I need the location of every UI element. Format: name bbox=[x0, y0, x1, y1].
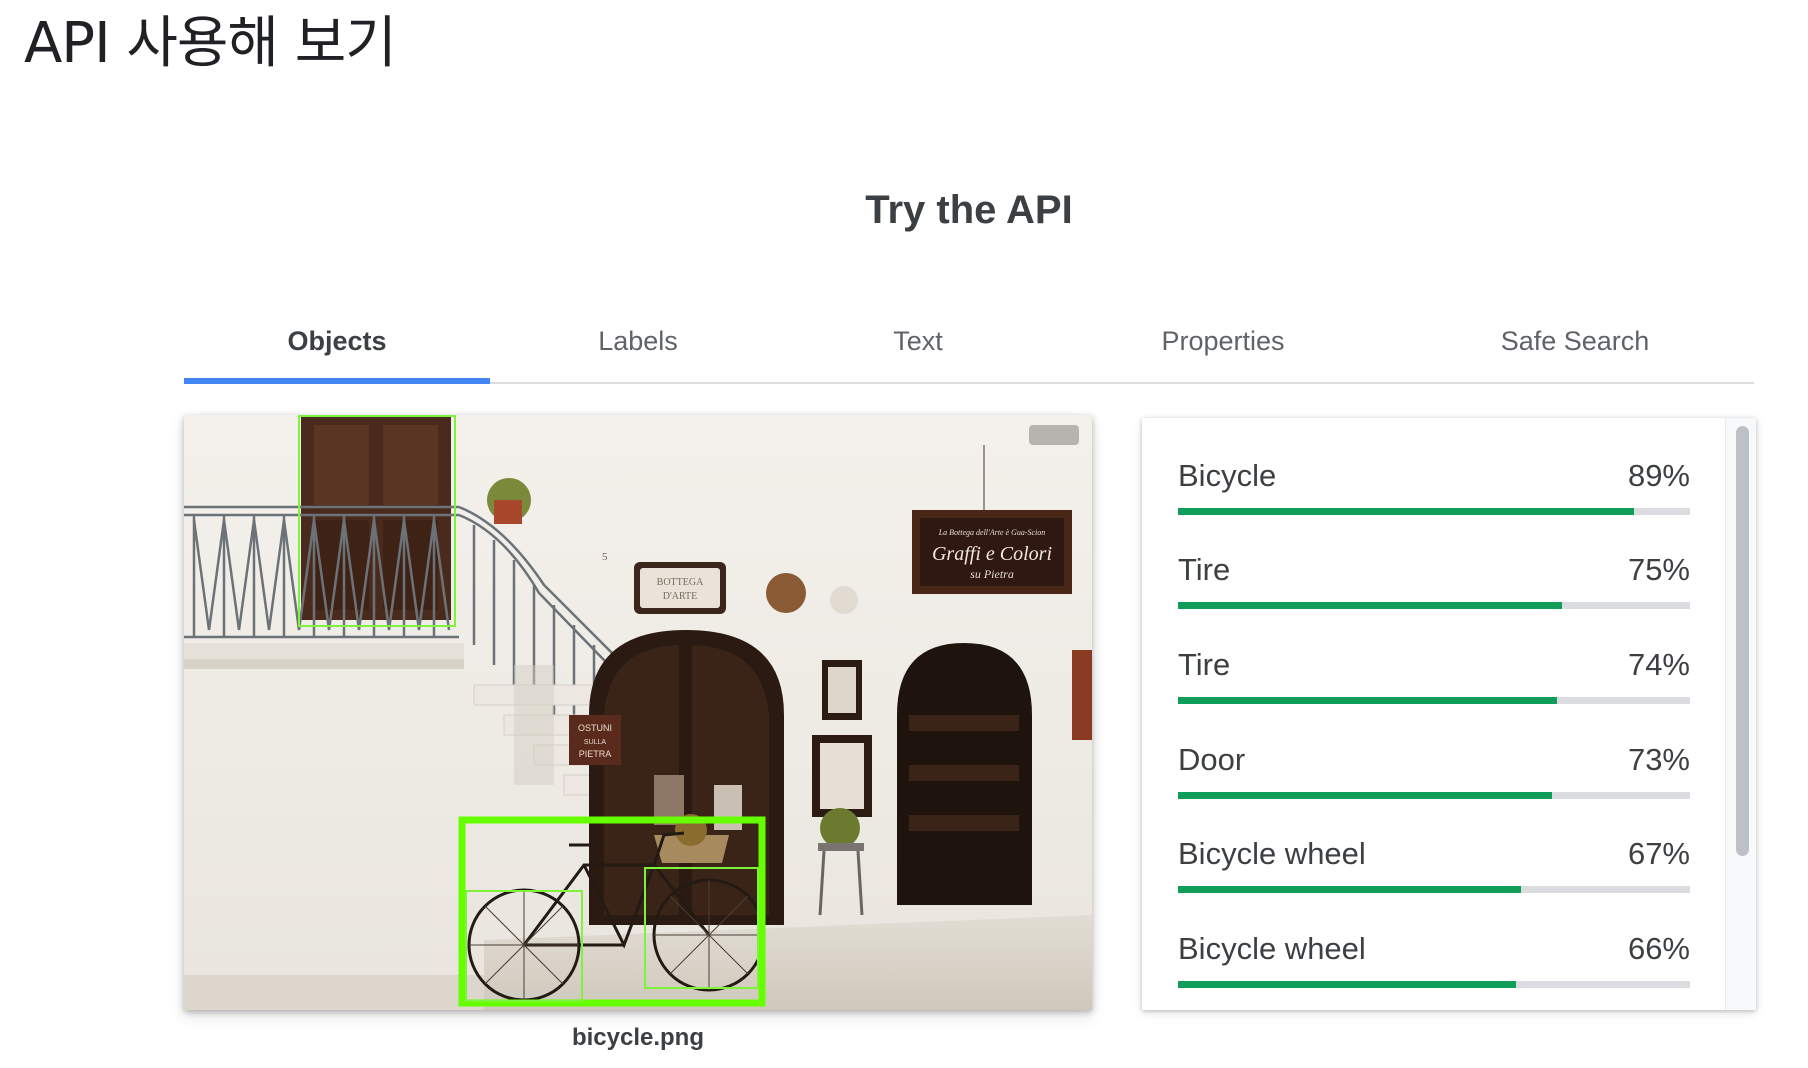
results-panel: Bicycle 89% Tire 75% Tire 74% Door 73% B… bbox=[1142, 418, 1756, 1010]
stool-plant bbox=[820, 808, 860, 848]
confidence-bar bbox=[1178, 508, 1690, 515]
result-row: Bicycle wheel 66% bbox=[1178, 929, 1690, 999]
tab-labels[interactable]: Labels bbox=[490, 300, 786, 382]
confidence-bar bbox=[1178, 792, 1690, 799]
confidence-bar bbox=[1178, 886, 1690, 893]
try-api-title: Try the API bbox=[865, 188, 1073, 232]
step-sign-line-2: SULLA bbox=[584, 739, 607, 746]
stair-shadow bbox=[514, 665, 554, 785]
upper-ledge-shadow bbox=[184, 659, 464, 669]
upper-ledge bbox=[184, 643, 464, 659]
wall-lamp bbox=[1029, 425, 1079, 445]
pot-top bbox=[494, 500, 522, 524]
confidence-bar bbox=[1178, 602, 1690, 609]
results-scrollbar-thumb[interactable] bbox=[1736, 426, 1749, 856]
picture-frame-2-inner bbox=[820, 743, 864, 809]
result-label: Bicycle wheel bbox=[1178, 836, 1366, 871]
confidence-bar-fill bbox=[1178, 508, 1634, 515]
shop-interior-shelf-2 bbox=[909, 765, 1019, 781]
shop-sign-line-1: La Bottega dell'Arte è Gua-Scion bbox=[938, 528, 1046, 537]
confidence-bar-fill bbox=[1178, 697, 1557, 704]
step-sign-line-1: OSTUNI bbox=[578, 723, 612, 733]
shop-sign-line-3: su Pietra bbox=[970, 567, 1014, 581]
picture-frame-1-inner bbox=[828, 667, 856, 713]
result-percent: 66% bbox=[1627, 931, 1690, 966]
result-label: Bicycle bbox=[1178, 458, 1277, 493]
bottega-plaque-line-1: BOTTEGA bbox=[657, 577, 704, 588]
tab-text[interactable]: Text bbox=[786, 300, 1050, 382]
result-label: Door bbox=[1178, 742, 1246, 777]
analyzed-image: BOTTEGA D'ARTE 5 La Bottega dell'Arte è … bbox=[184, 415, 1092, 1010]
confidence-bar-fill bbox=[1178, 792, 1552, 799]
confidence-bar bbox=[1178, 697, 1690, 704]
shop-interior-shelf-3 bbox=[909, 815, 1019, 831]
result-row: Tire 75% bbox=[1178, 550, 1690, 620]
hanging-plant bbox=[766, 573, 806, 613]
result-row: Tire 74% bbox=[1178, 645, 1690, 715]
shell-decor bbox=[830, 586, 858, 614]
ground-left bbox=[184, 975, 484, 1010]
image-filename: bicycle.png bbox=[571, 1024, 705, 1051]
shop-sign-line-2: Graffi e Colori bbox=[932, 543, 1052, 565]
feature-tabs: Objects Labels Text Properties Safe Sear… bbox=[184, 300, 1754, 384]
step-sign-line-3: PIETRA bbox=[579, 749, 612, 759]
results-scrollbar[interactable] bbox=[1725, 418, 1756, 1010]
house-number: 5 bbox=[602, 551, 608, 563]
result-row: Bicycle wheel 67% bbox=[1178, 834, 1690, 904]
result-row: Bicycle 89% bbox=[1178, 456, 1690, 526]
tab-safe-search[interactable]: Safe Search bbox=[1396, 300, 1754, 382]
result-percent: 73% bbox=[1627, 742, 1690, 777]
stool-top bbox=[818, 843, 864, 851]
result-label: Tire bbox=[1178, 647, 1231, 682]
result-label: Bicycle wheel bbox=[1178, 931, 1366, 966]
page-heading: API 사용해 보기 bbox=[24, 11, 397, 76]
tab-properties[interactable]: Properties bbox=[1050, 300, 1396, 382]
confidence-bar-fill bbox=[1178, 886, 1522, 893]
bottega-plaque-inner bbox=[640, 568, 720, 608]
confidence-bar-fill bbox=[1178, 602, 1562, 609]
result-percent: 89% bbox=[1627, 458, 1690, 493]
result-row: Door 73% bbox=[1178, 740, 1690, 810]
upper-door-panel-right bbox=[383, 425, 438, 505]
result-percent: 74% bbox=[1627, 647, 1690, 682]
edge-sign bbox=[1072, 650, 1092, 740]
tab-objects[interactable]: Objects bbox=[184, 300, 490, 384]
result-percent: 67% bbox=[1627, 836, 1690, 871]
shop-interior-shelf-1 bbox=[909, 715, 1019, 731]
result-label: Tire bbox=[1178, 552, 1231, 587]
result-percent: 75% bbox=[1627, 552, 1690, 587]
confidence-bar-fill bbox=[1178, 981, 1516, 988]
upper-door-panel-left bbox=[314, 425, 369, 505]
bicycle-photo: BOTTEGA D'ARTE 5 La Bottega dell'Arte è … bbox=[184, 415, 1092, 1010]
bottega-plaque-line-2: D'ARTE bbox=[663, 591, 698, 602]
confidence-bar bbox=[1178, 981, 1690, 988]
